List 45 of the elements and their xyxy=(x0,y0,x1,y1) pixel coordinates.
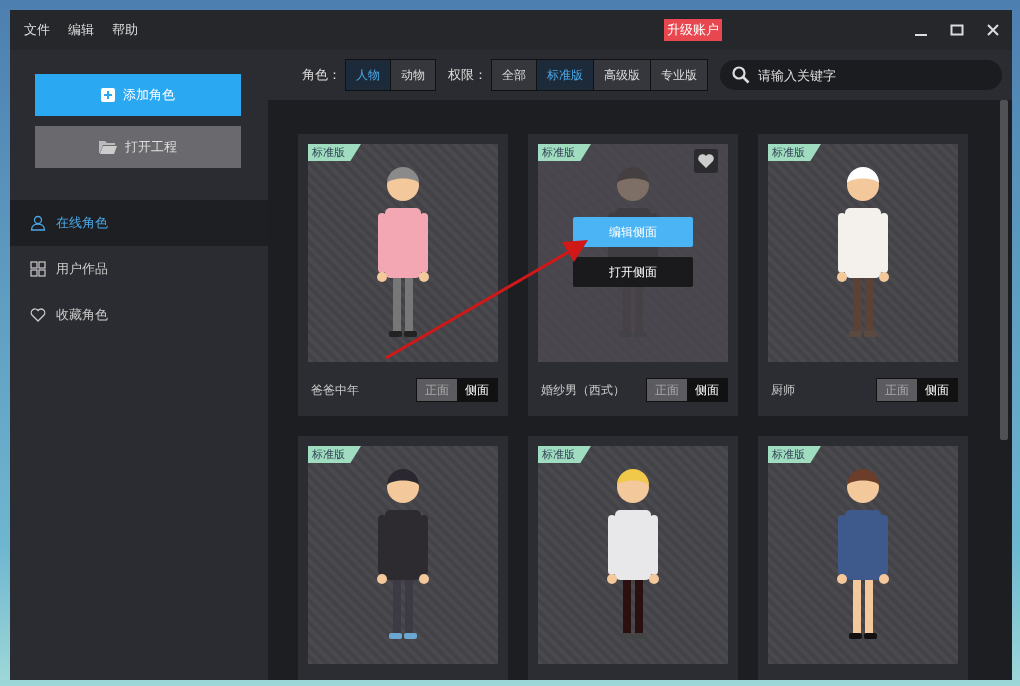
filter-tab[interactable]: 专业版 xyxy=(650,60,707,90)
edition-tag: 标准版 xyxy=(538,144,591,161)
character-name: 厨师 xyxy=(771,381,795,399)
character-name: 婚纱男（西式） xyxy=(541,381,625,399)
filter-tab[interactable]: 人物 xyxy=(346,60,390,90)
scrollbar-thumb[interactable] xyxy=(1000,100,1008,440)
close-icon[interactable] xyxy=(986,23,1000,37)
edition-tag: 标准版 xyxy=(308,144,361,161)
sidebar-item[interactable]: 收藏角色 xyxy=(10,292,268,338)
character-card[interactable]: 标准版 xyxy=(528,436,738,680)
person-icon xyxy=(30,215,46,231)
edition-tag: 标准版 xyxy=(768,446,821,463)
menu-item[interactable]: 编辑 xyxy=(68,21,94,39)
heart-icon xyxy=(30,308,46,322)
character-card[interactable]: 标准版 xyxy=(758,436,968,680)
filter-tab[interactable]: 高级版 xyxy=(593,60,650,90)
view-toggle[interactable]: 侧面 xyxy=(917,379,957,401)
maximize-icon[interactable] xyxy=(950,23,964,37)
upgrade-account-button[interactable]: 升级账户 xyxy=(664,19,722,41)
overlay-action-button[interactable]: 打开侧面 xyxy=(573,257,693,287)
sidebar-item[interactable]: 用户作品 xyxy=(10,246,268,292)
filter-tab[interactable]: 全部 xyxy=(492,60,536,90)
edition-tag: 标准版 xyxy=(768,144,821,161)
filter-label: 权限： xyxy=(448,66,487,84)
filter-tab[interactable]: 动物 xyxy=(390,60,435,90)
character-card[interactable]: 标准版 厨师 正面 侧面 xyxy=(758,134,968,416)
filter-tab[interactable]: 标准版 xyxy=(536,60,593,90)
edition-tag: 标准版 xyxy=(308,446,361,463)
search-field[interactable]: 请输入关键字 xyxy=(720,60,1002,90)
sidebar-item[interactable]: 在线角色 xyxy=(10,200,268,246)
grid-icon xyxy=(30,261,46,277)
folder-icon xyxy=(99,140,117,154)
filter-label: 角色： xyxy=(302,66,341,84)
view-toggle[interactable]: 侧面 xyxy=(687,379,727,401)
view-toggle[interactable]: 侧面 xyxy=(457,379,497,401)
character-card[interactable]: 标准版 xyxy=(298,436,508,680)
menu-item[interactable]: 文件 xyxy=(24,21,50,39)
search-icon xyxy=(732,66,750,84)
character-name: 爸爸中年 xyxy=(311,381,359,399)
edition-tag: 标准版 xyxy=(538,446,591,463)
open-project-button[interactable]: 打开工程 xyxy=(35,126,241,168)
plus-icon xyxy=(101,88,115,102)
menu-item[interactable]: 帮助 xyxy=(112,21,138,39)
character-card[interactable]: 标准版 爸爸中年 正面 侧面 xyxy=(298,134,508,416)
character-card[interactable]: 标准版 编辑侧面 打开侧面 婚纱男（西式） 正面 侧面 xyxy=(528,134,738,416)
